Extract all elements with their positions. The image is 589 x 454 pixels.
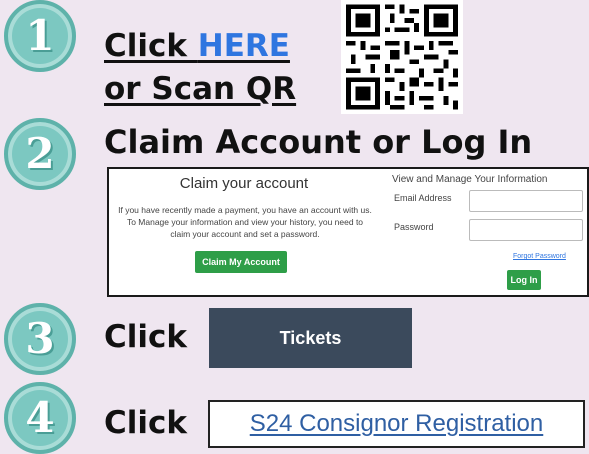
step-1-badge: 1 [4,0,76,72]
qr-code-icon[interactable] [341,0,463,114]
scan-qr-text: or Scan QR [104,71,297,107]
consignor-registration-link[interactable]: S24 Consignor Registration [208,400,585,448]
tickets-button[interactable]: Tickets [209,308,412,368]
password-field[interactable] [469,219,583,241]
step-3-badge: 3 [4,303,76,375]
claim-title: Claim your account [179,175,309,192]
forgot-password-link[interactable]: Forgot Password [513,253,566,260]
email-field[interactable] [469,190,583,212]
step-3-click-text: Click [104,319,187,355]
click-prefix: Click [104,28,198,64]
step-2-badge: 2 [4,118,76,190]
claim-my-account-button[interactable]: Claim My Account [195,251,287,273]
step-2-number: 2 [25,129,55,178]
claim-description: If you have recently made a payment, you… [118,205,372,239]
step-1-number: 1 [25,11,55,60]
step-4-click-text: Click [104,405,187,441]
password-label: Password [394,222,434,232]
step-4-number: 4 [25,393,55,442]
email-label: Email Address [394,193,452,203]
claim-account-heading: Claim Account or Log In [104,123,533,161]
claim-account-panel: Claim your account If you have recently … [107,167,589,297]
log-in-button[interactable]: Log In [507,270,541,290]
step-4-badge: 4 [4,382,76,454]
manage-info-title: View and Manage Your Information [392,174,548,185]
step-3-number: 3 [25,314,55,363]
click-here-line: Click HERE [104,31,290,62]
here-link[interactable]: HERE [198,28,290,64]
